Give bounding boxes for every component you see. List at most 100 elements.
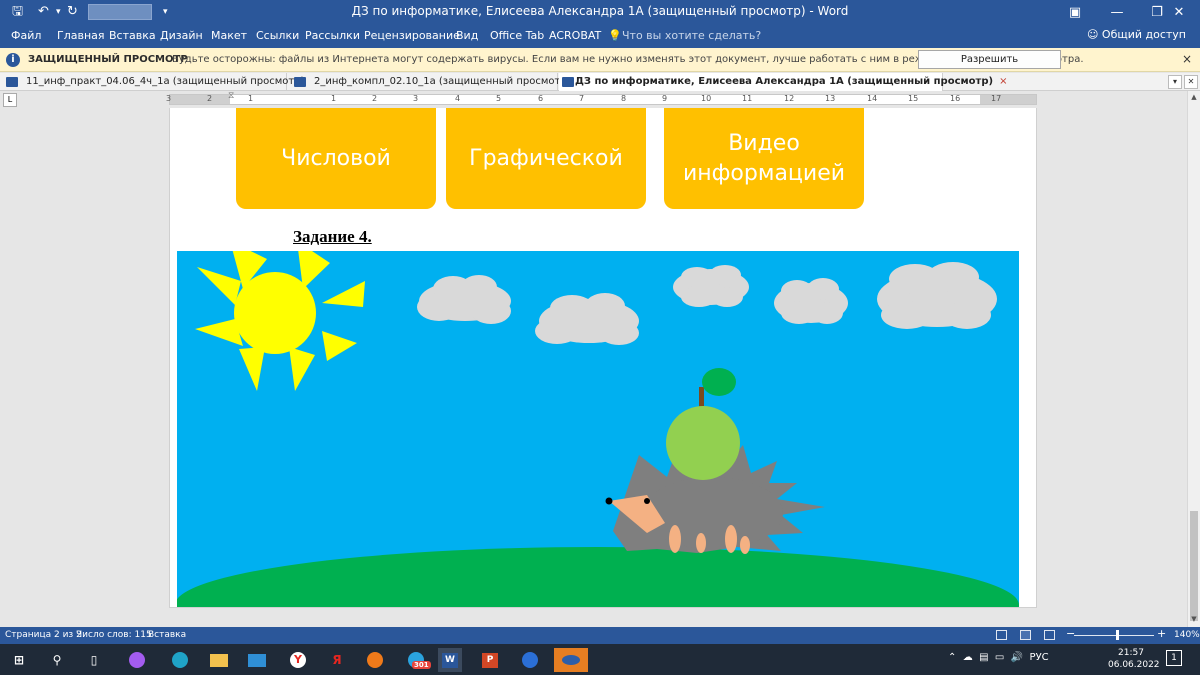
- zoom-level[interactable]: 140%: [1174, 630, 1200, 640]
- box-label: Числовой: [281, 145, 391, 171]
- hedgehog-scene-picture[interactable]: [177, 251, 1019, 607]
- doc-tab-2[interactable]: 2_инф_компл_02.10_1а (защищенный просмот…: [288, 73, 571, 91]
- ruler-number: 11: [742, 94, 753, 103]
- tab-office-tab[interactable]: Office Tab: [490, 29, 544, 42]
- tab-acrobat[interactable]: ACROBAT: [549, 29, 601, 42]
- tab-mailings[interactable]: Рассылки: [305, 29, 360, 42]
- clock-time: 21:57: [1118, 648, 1144, 658]
- doc-tab-3[interactable]: ДЗ по информатике, Елисеева Александра 1…: [559, 73, 1007, 91]
- input-language[interactable]: РУС: [1030, 652, 1049, 663]
- tell-me-search[interactable]: Что вы хотите сделать?: [622, 29, 761, 42]
- file-explorer-icon[interactable]: [207, 648, 231, 672]
- clock[interactable]: 21:57 06.06.2022: [1108, 647, 1160, 671]
- telegram-icon[interactable]: 301: [404, 648, 431, 672]
- system-tray[interactable]: ⌃ ☁ ▤ ▭ 🔊 РУС: [948, 652, 1049, 663]
- yandex-icon[interactable]: Я: [325, 648, 349, 672]
- ruler-number: 16: [950, 94, 961, 103]
- scroll-up-icon[interactable]: ▲: [1188, 91, 1200, 103]
- doc-tab-label: 2_инф_компл_02.10_1а (защищенный просмот…: [314, 76, 571, 87]
- unread-badge: 301: [412, 661, 431, 669]
- share-button[interactable]: ☺ Общий доступ: [1087, 28, 1186, 41]
- clock-date: 06.06.2022: [1108, 660, 1160, 670]
- cloud-3: [673, 265, 749, 307]
- read-mode-icon[interactable]: [996, 630, 1007, 640]
- ruler-number: 6: [538, 94, 544, 103]
- windows-start-icon[interactable]: ⊞: [7, 648, 31, 672]
- doc-tab-1[interactable]: 11_инф_практ_04.06_4ч_1а (защищенный про…: [0, 73, 304, 91]
- tab-file[interactable]: Файл: [11, 29, 41, 42]
- indent-marker-icon[interactable]: ⧖: [228, 91, 234, 101]
- page-count[interactable]: Страница 2 из 2: [5, 630, 82, 640]
- volume-icon[interactable]: 🔊: [1011, 652, 1023, 663]
- zoom-out-icon[interactable]: −: [1066, 627, 1075, 640]
- network-icon[interactable]: ▤: [979, 652, 988, 663]
- ruler-number: 17: [991, 94, 1002, 103]
- ruler-number: 13: [825, 94, 836, 103]
- search-icon[interactable]: ⚲: [45, 648, 69, 672]
- windows-taskbar: ⊞ ⚲ ▯ Y Я 301 W P ⌃ ☁ ▤ ▭ 🔊 РУС 21:57 06…: [0, 644, 1200, 675]
- web-layout-icon[interactable]: [1044, 630, 1055, 640]
- minimize-button[interactable]: —: [1096, 0, 1138, 24]
- ruler-number: 5: [496, 94, 502, 103]
- app-active-icon[interactable]: [554, 648, 588, 672]
- task-view-icon[interactable]: ▯: [82, 648, 106, 672]
- ribbon-tabs: Файл Главная Вставка Дизайн Макет Ссылки…: [0, 24, 1200, 48]
- document-canvas[interactable]: Числовой Графической Видео информацией З…: [0, 108, 1187, 627]
- close-window-button[interactable]: ✕: [1158, 0, 1200, 24]
- document-page[interactable]: Числовой Графической Видео информацией З…: [169, 108, 1037, 608]
- enable-editing-button[interactable]: Разрешить редактирование: [918, 50, 1061, 82]
- battery-icon[interactable]: ▭: [995, 652, 1004, 663]
- close-tab-icon[interactable]: ×: [999, 76, 1007, 87]
- mail-icon[interactable]: [245, 648, 269, 672]
- app-icon[interactable]: [518, 648, 542, 672]
- word-count[interactable]: Число слов: 115: [76, 630, 152, 640]
- zoom-slider-thumb[interactable]: [1116, 630, 1119, 640]
- rounded-box-graphic: Графической: [446, 108, 646, 209]
- tab-review[interactable]: Рецензирование: [364, 29, 460, 42]
- tab-stop-selector[interactable]: L: [3, 93, 17, 107]
- status-bar: Страница 2 из 2 Число слов: 115 Вставка …: [0, 627, 1200, 644]
- tab-view[interactable]: Вид: [456, 29, 478, 42]
- yandex-browser-icon[interactable]: Y: [286, 648, 310, 672]
- lightbulb-icon: 💡: [608, 29, 622, 42]
- ruler-number: 9: [662, 94, 668, 103]
- doc-tab-label: ДЗ по информатике, Елисеева Александра 1…: [575, 76, 994, 87]
- ruler-number: 12: [784, 94, 795, 103]
- title-bar: 🖫 ↶ ▾ ↻ ▾ ДЗ по информатике, Елисеева Ал…: [0, 0, 1200, 24]
- box-label-line1: Видео: [728, 130, 800, 156]
- insert-mode[interactable]: Вставка: [148, 630, 186, 640]
- notification-center-icon[interactable]: 1: [1166, 650, 1182, 666]
- word-taskbar-icon[interactable]: W: [438, 648, 462, 672]
- ruler-number: 2: [372, 94, 378, 103]
- chevron-up-icon[interactable]: ⌃: [948, 652, 956, 663]
- ruler-number: 3: [166, 94, 172, 103]
- tab-home[interactable]: Главная: [57, 29, 105, 42]
- print-layout-icon[interactable]: [1020, 630, 1031, 640]
- ruler-strip[interactable]: 3 2 1 ⧖ 1 2 3 4 5 6 7 8 9 10 11 12 13 14…: [166, 91, 1037, 105]
- ribbon-display-options-icon[interactable]: ▣: [1054, 0, 1096, 24]
- ruler-number: 1: [248, 94, 254, 103]
- ruler-number: 2: [207, 94, 213, 103]
- tab-design[interactable]: Дизайн: [160, 29, 203, 42]
- cloud-4: [774, 278, 848, 324]
- tab-references[interactable]: Ссылки: [256, 29, 299, 42]
- vertical-scrollbar[interactable]: ▲ ▼: [1187, 91, 1200, 627]
- close-icon[interactable]: ×: [1182, 52, 1192, 66]
- chromium-icon[interactable]: [363, 648, 387, 672]
- cloud-icon[interactable]: ☁: [963, 652, 973, 663]
- alice-icon[interactable]: [125, 648, 149, 672]
- ruler-number: 7: [579, 94, 585, 103]
- tab-insert[interactable]: Вставка: [109, 29, 156, 42]
- zoom-slider[interactable]: [1074, 635, 1154, 636]
- tab-layout[interactable]: Макет: [211, 29, 247, 42]
- ruler-number: 8: [621, 94, 627, 103]
- scroll-down-icon[interactable]: ▼: [1188, 613, 1200, 625]
- tab-list-dropdown-icon[interactable]: ▾: [1168, 75, 1182, 89]
- ruler-right-margin: [980, 95, 1036, 104]
- scroll-thumb[interactable]: [1190, 511, 1198, 621]
- protected-view-title: ЗАЩИЩЕННЫЙ ПРОСМОТР: [28, 54, 188, 65]
- powerpoint-icon[interactable]: P: [478, 648, 502, 672]
- close-icon[interactable]: ✕: [1184, 75, 1198, 89]
- zoom-in-icon[interactable]: +: [1157, 627, 1166, 640]
- edge-icon[interactable]: [168, 648, 192, 672]
